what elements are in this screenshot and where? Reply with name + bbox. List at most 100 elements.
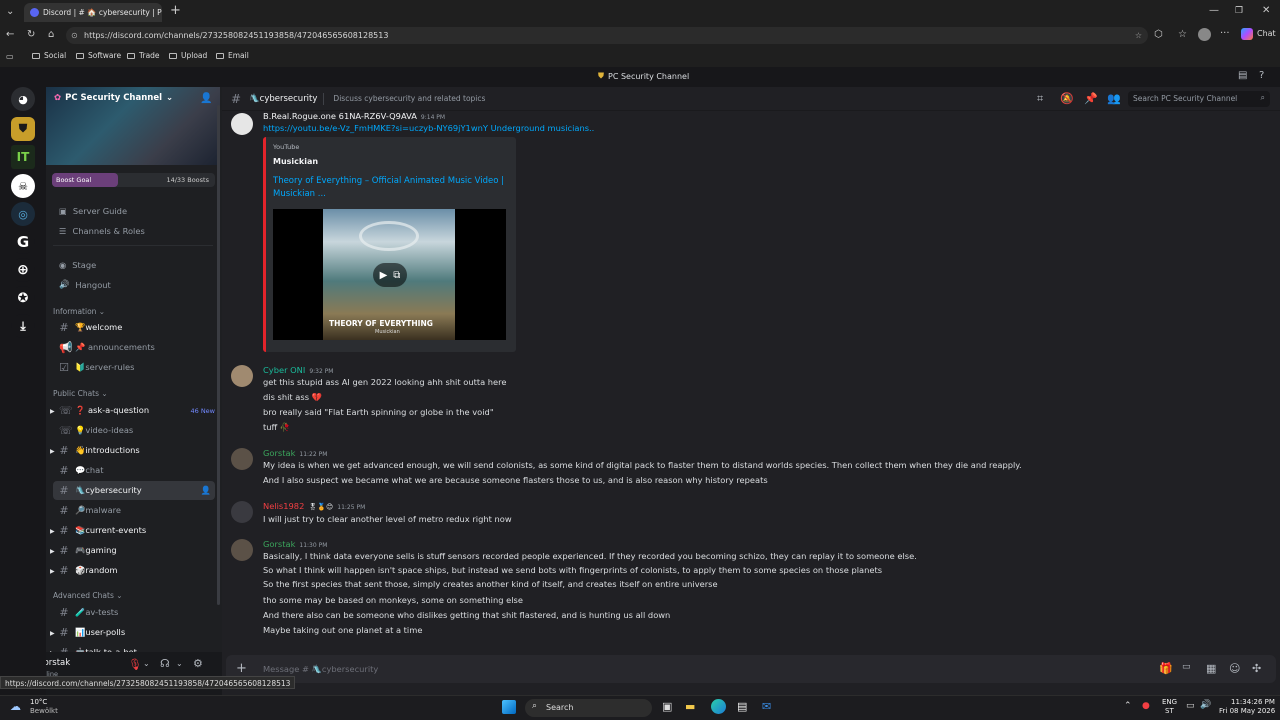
message-input[interactable]: Message # 🛝cybersecurity [263, 664, 378, 675]
pin-icon[interactable]: 📌 [1084, 92, 1098, 105]
add-member-icon[interactable]: 👤 [201, 485, 211, 496]
discord-tray-icon[interactable]: ● [1142, 701, 1150, 711]
message-author[interactable]: B.Real.Rogue.one 61NA-RZ6V-Q9AVA [263, 111, 417, 121]
favorite-star-icon[interactable]: ☆ [1135, 27, 1142, 44]
inbox-icon[interactable]: ▤ [1238, 70, 1247, 81]
notification-mute-icon[interactable]: 🔕 [1060, 92, 1074, 105]
embed-provider[interactable]: YouTube [273, 143, 299, 151]
bookmark-upload[interactable]: Upload [169, 51, 207, 60]
server-it-icon[interactable]: IT [11, 145, 35, 169]
message-author[interactable]: Gorstak [263, 539, 295, 549]
embed-author[interactable]: Musickian [273, 157, 318, 166]
site-info-icon[interactable]: ⊙ [71, 27, 78, 44]
member-list-icon[interactable]: 👥 [1107, 92, 1121, 105]
bookmark-social[interactable]: Social [32, 51, 66, 60]
gift-icon[interactable]: 🎁 [1159, 662, 1173, 675]
clock-time[interactable]: 11:34:26 PM [1231, 698, 1275, 706]
play-button[interactable]: ▶ ⧉ [373, 263, 407, 287]
channel-announcements[interactable]: 📢 📌 announcements [53, 338, 215, 357]
volume-icon[interactable]: 🔊 [1200, 700, 1211, 710]
bookmarks-icon[interactable]: ▭ [6, 51, 14, 63]
bookmark-email[interactable]: Email [216, 51, 249, 60]
category-advanced-chats[interactable]: Advanced Chats ⌄ [53, 591, 123, 600]
channel-chat[interactable]: # 💬chat [53, 461, 215, 480]
embed-title[interactable]: Theory of Everything – Official Animated… [273, 175, 511, 201]
channel-video-ideas[interactable]: ☏ 💡video-ideas [53, 421, 215, 440]
help-icon[interactable]: ? [1259, 70, 1264, 81]
avatar[interactable] [231, 365, 253, 387]
avatar[interactable] [231, 501, 253, 523]
channel-ask-a-question[interactable]: ▶ ☏ ❓ ask-a-question 46 New [50, 401, 215, 420]
copilot-icon[interactable] [1241, 28, 1253, 40]
browser-tab[interactable]: Discord | # 🏠 cybersecurity | PC Se ✕ [24, 3, 162, 22]
add-server-icon[interactable]: ⊕ [11, 258, 35, 282]
channel-av-tests[interactable]: # 🧪av-tests [53, 603, 215, 622]
tray-overflow-icon[interactable]: ⌃ [1124, 701, 1132, 711]
start-button[interactable] [502, 700, 516, 714]
sticker-icon[interactable]: ▦ [1206, 662, 1216, 675]
back-icon[interactable]: ← [6, 29, 14, 41]
channel-cybersecurity[interactable]: # 🛝cybersecurity 👤 [53, 481, 215, 500]
channel-topic[interactable]: Discuss cybersecurity and related topics [333, 94, 485, 103]
edge-icon[interactable] [711, 699, 726, 714]
home-icon[interactable]: ⌂ [48, 29, 54, 41]
server-header[interactable]: ✿ PC Security Channel ⌄ [54, 93, 173, 103]
sidebar-item-channels-roles[interactable]: ☰ Channels & Roles [53, 221, 215, 240]
copilot-chat-label[interactable]: Chat [1257, 29, 1276, 38]
chevron-down-icon[interactable]: ⌄ [143, 659, 150, 668]
sidebar-item-server-guide[interactable]: ▣ Server Guide [53, 201, 215, 220]
channel-random[interactable]: ▶ # 🎲random [50, 561, 215, 580]
download-icon[interactable]: ⤓ [11, 314, 35, 338]
message-author[interactable]: Cyber ONI [263, 365, 305, 375]
settings-gear-icon[interactable]: ⚙ [193, 657, 203, 670]
server-vpn-icon[interactable]: ◎ [11, 202, 35, 226]
weather-icon[interactable]: ☁ [10, 700, 21, 713]
mail-icon[interactable]: ✉ [762, 700, 771, 713]
store-icon[interactable]: ▤ [737, 700, 747, 713]
channel-gaming[interactable]: ▶ # 🎮gaming [50, 541, 215, 560]
favorites-icon[interactable]: ☆ [1178, 29, 1187, 41]
add-attachment-icon[interactable]: + [236, 661, 247, 676]
apps-icon[interactable]: ✣ [1252, 662, 1261, 675]
task-view-icon[interactable]: ▣ [662, 700, 672, 713]
channel-welcome[interactable]: # 🏆welcome [53, 318, 215, 337]
chevron-down-icon[interactable]: ⌄ [176, 659, 183, 668]
maximize-icon[interactable]: ❐ [1235, 5, 1243, 17]
message-author[interactable]: Nelis1982 [263, 501, 304, 511]
emoji-icon[interactable]: ☺ [1229, 662, 1240, 675]
category-public-chats[interactable]: Public Chats ⌄ [53, 389, 108, 398]
headphones-icon[interactable]: ☊ [160, 657, 170, 670]
channel-user-polls[interactable]: ▶ # 📊user-polls [50, 623, 215, 642]
profile-avatar[interactable] [1198, 28, 1211, 41]
boost-goal-bar[interactable]: Boost Goal 14/33 Boosts [52, 173, 215, 187]
sidebar-scrollbar[interactable] [217, 105, 220, 605]
invite-icon[interactable]: 👤 [200, 93, 212, 104]
threads-icon[interactable]: ⌗ [1037, 92, 1043, 106]
channel-introductions[interactable]: ▶ # 👋introductions [50, 441, 215, 460]
avatar[interactable] [231, 539, 253, 561]
category-information[interactable]: Information ⌄ [53, 307, 105, 316]
sidebar-item-hangout[interactable]: 🔊 Hangout [53, 275, 215, 294]
message-author[interactable]: Gorstak [263, 448, 295, 458]
taskbar-search[interactable]: ⌕ Search [525, 699, 652, 717]
discover-icon[interactable]: ✪ [11, 286, 35, 310]
avatar[interactable] [231, 113, 253, 135]
extensions-icon[interactable]: ⬡ [1154, 29, 1163, 41]
gif-icon[interactable]: ▭ [1182, 662, 1191, 672]
message-link[interactable]: https://youtu.be/e-Vz_FmHMKE?si=uczyb-NY… [263, 121, 594, 136]
bookmark-software[interactable]: Software [76, 51, 121, 60]
channel-current-events[interactable]: ▶ # 📚current-events [50, 521, 215, 540]
search-input[interactable]: Search PC Security Channel ⌕ [1128, 91, 1270, 107]
sidebar-item-stage[interactable]: ◉ Stage [53, 255, 215, 274]
address-bar[interactable]: https://discord.com/channels/27325808245… [66, 27, 1148, 44]
refresh-icon[interactable]: ↻ [27, 29, 35, 41]
minimize-icon[interactable]: — [1209, 5, 1219, 17]
more-icon[interactable]: ··· [1220, 28, 1230, 40]
mute-mic-icon[interactable]: 🎙 [128, 658, 142, 671]
new-tab-icon[interactable]: + [170, 4, 181, 17]
discord-home-icon[interactable]: ◕ [11, 87, 35, 111]
network-icon[interactable]: ▭ [1186, 701, 1195, 711]
server-pc-security-icon[interactable]: ⛊ [11, 117, 35, 141]
server-robot-icon[interactable]: ☠ [11, 174, 35, 198]
file-explorer-icon[interactable]: ▬ [685, 700, 695, 713]
